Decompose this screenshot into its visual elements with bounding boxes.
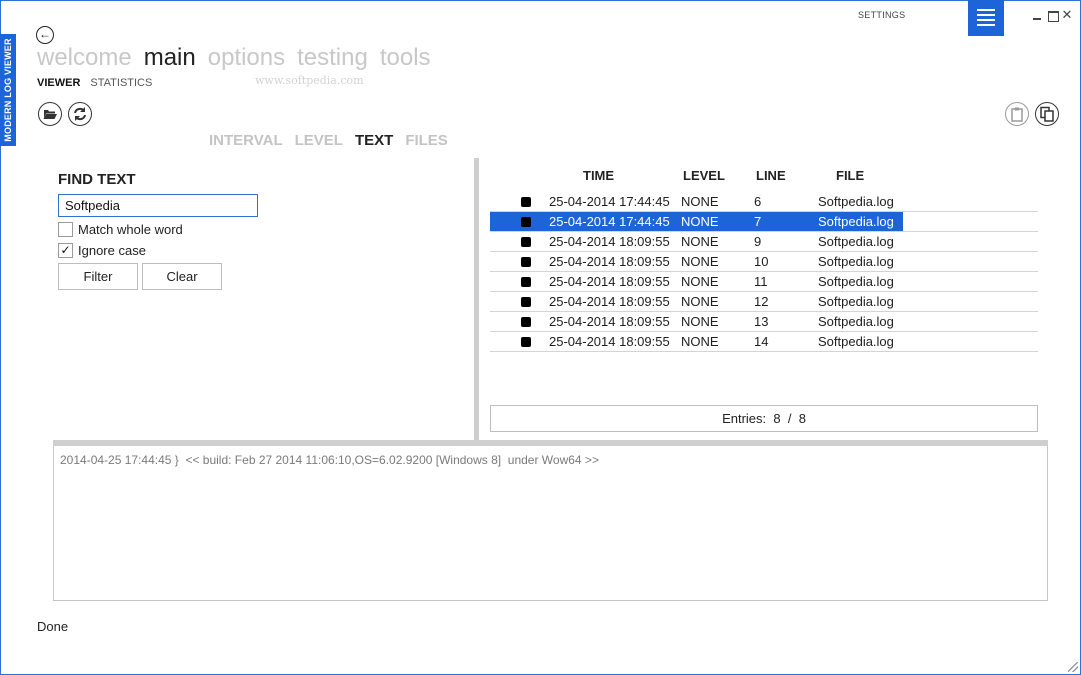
cell-level: NONE <box>681 274 719 289</box>
copy-icon[interactable] <box>1035 102 1059 126</box>
cell-file: Softpedia.log <box>818 294 894 309</box>
cell-level: NONE <box>681 214 719 229</box>
find-text-title: FIND TEXT <box>58 171 136 188</box>
find-text-input[interactable] <box>58 194 258 217</box>
cell-time: 25-04-2014 18:09:55 <box>549 334 670 349</box>
clear-button[interactable]: Clear <box>142 263 222 290</box>
sub-nav: VIEWER STATISTICS <box>37 77 152 89</box>
minimize-button[interactable] <box>1030 8 1044 22</box>
main-nav: welcome main options testing tools <box>37 43 431 73</box>
log-detail-text: 2014-04-25 17:44:45 } << build: Feb 27 2… <box>60 453 599 467</box>
table-row[interactable]: 25-04-2014 17:44:45 NONE 7 Softpedia.log <box>490 212 1038 232</box>
maximize-button[interactable] <box>1046 8 1060 22</box>
open-folder-icon[interactable] <box>38 102 62 126</box>
row-marker-icon <box>521 257 531 267</box>
settings-menu-button[interactable] <box>968 0 1004 36</box>
entries-shown: 8 <box>773 411 781 426</box>
cell-time: 25-04-2014 18:09:55 <box>549 294 670 309</box>
cell-time: 25-04-2014 17:44:45 <box>549 194 670 209</box>
cell-line: 13 <box>754 314 769 329</box>
column-header-time[interactable]: TIME <box>583 168 614 183</box>
ignore-case-label: Ignore case <box>78 243 146 258</box>
nav-main[interactable]: main <box>144 43 196 73</box>
row-marker-icon <box>521 217 531 227</box>
settings-label[interactable]: SETTINGS <box>858 10 905 20</box>
tab-level[interactable]: LEVEL <box>295 132 343 149</box>
table-row[interactable]: 25-04-2014 18:09:55 NONE 11 Softpedia.log <box>490 272 1038 292</box>
watermark: www.softpedia.com <box>255 74 364 87</box>
table-row[interactable]: 25-04-2014 18:09:55 NONE 9 Softpedia.log <box>490 232 1038 252</box>
clipboard-icon[interactable] <box>1005 102 1029 126</box>
checkbox-box[interactable] <box>58 222 73 237</box>
side-app-title: MODERN LOG VIEWER <box>3 38 13 142</box>
refresh-icon[interactable] <box>68 102 92 126</box>
entries-counter: Entries: 8 / 8 <box>490 405 1038 432</box>
cell-level: NONE <box>681 334 719 349</box>
subnav-viewer[interactable]: VIEWER <box>37 77 80 89</box>
cell-file: Softpedia.log <box>818 274 894 289</box>
cell-file: Softpedia.log <box>818 334 894 349</box>
cell-level: NONE <box>681 234 719 249</box>
cell-line: 6 <box>754 194 762 209</box>
filter-tabs: INTERVAL LEVEL TEXT FILES <box>209 132 448 149</box>
match-whole-word-checkbox[interactable]: Match whole word <box>58 222 183 237</box>
entries-separator: / <box>787 411 792 426</box>
cell-file: Softpedia.log <box>818 214 894 229</box>
row-marker-icon <box>521 337 531 347</box>
column-header-line[interactable]: LINE <box>756 168 786 183</box>
cell-time: 25-04-2014 18:09:55 <box>549 254 670 269</box>
tab-text[interactable]: TEXT <box>355 132 393 149</box>
cell-line: 9 <box>754 234 762 249</box>
resize-grip-icon[interactable] <box>1068 662 1078 672</box>
back-arrow-icon[interactable]: ← <box>36 26 54 44</box>
cell-line: 7 <box>754 214 762 229</box>
cell-file: Softpedia.log <box>818 254 894 269</box>
nav-options[interactable]: options <box>208 43 285 73</box>
entries-total: 8 <box>798 411 806 426</box>
cell-time: 25-04-2014 18:09:55 <box>549 274 670 289</box>
match-whole-word-label: Match whole word <box>78 222 183 237</box>
cell-time: 25-04-2014 17:44:45 <box>549 214 670 229</box>
row-marker-icon <box>521 197 531 207</box>
filter-button[interactable]: Filter <box>58 263 138 290</box>
ignore-case-checkbox[interactable]: ✓ Ignore case <box>58 243 146 258</box>
cell-level: NONE <box>681 314 719 329</box>
cell-line: 14 <box>754 334 769 349</box>
entries-label: Entries: <box>722 411 767 426</box>
table-row[interactable]: 25-04-2014 17:44:45 NONE 6 Softpedia.log <box>490 192 1038 212</box>
cell-line: 11 <box>754 274 768 289</box>
tab-interval[interactable]: INTERVAL <box>209 132 283 149</box>
vertical-splitter[interactable] <box>474 158 479 440</box>
nav-tools[interactable]: tools <box>380 43 431 73</box>
row-marker-icon <box>521 277 531 287</box>
table-row[interactable]: 25-04-2014 18:09:55 NONE 10 Softpedia.log <box>490 252 1038 272</box>
cell-line: 10 <box>754 254 769 269</box>
nav-welcome[interactable]: welcome <box>37 43 132 73</box>
tab-files[interactable]: FILES <box>405 132 448 149</box>
subnav-statistics[interactable]: STATISTICS <box>90 77 152 89</box>
cell-file: Softpedia.log <box>818 194 894 209</box>
status-text: Done <box>37 619 69 634</box>
cell-time: 25-04-2014 18:09:55 <box>549 314 670 329</box>
cell-line: 12 <box>754 294 769 309</box>
table-row[interactable]: 25-04-2014 18:09:55 NONE 14 Softpedia.log <box>490 332 1038 352</box>
cell-level: NONE <box>681 254 719 269</box>
cell-level: NONE <box>681 194 719 209</box>
checkmark-icon[interactable]: ✓ <box>58 243 73 258</box>
cell-file: Softpedia.log <box>818 314 894 329</box>
cell-file: Softpedia.log <box>818 234 894 249</box>
side-app-tab[interactable]: MODERN LOG VIEWER <box>0 34 16 146</box>
cell-level: NONE <box>681 294 719 309</box>
nav-testing[interactable]: testing <box>297 43 368 73</box>
row-marker-icon <box>521 317 531 327</box>
row-marker-icon <box>521 297 531 307</box>
table-row[interactable]: 25-04-2014 18:09:55 NONE 12 Softpedia.log <box>490 292 1038 312</box>
log-detail-panel[interactable] <box>53 446 1048 601</box>
close-button[interactable]: ✕ <box>1060 8 1074 22</box>
column-header-file[interactable]: FILE <box>836 168 864 183</box>
row-marker-icon <box>521 237 531 247</box>
column-header-level[interactable]: LEVEL <box>683 168 725 183</box>
cell-time: 25-04-2014 18:09:55 <box>549 234 670 249</box>
table-row[interactable]: 25-04-2014 18:09:55 NONE 13 Softpedia.log <box>490 312 1038 332</box>
